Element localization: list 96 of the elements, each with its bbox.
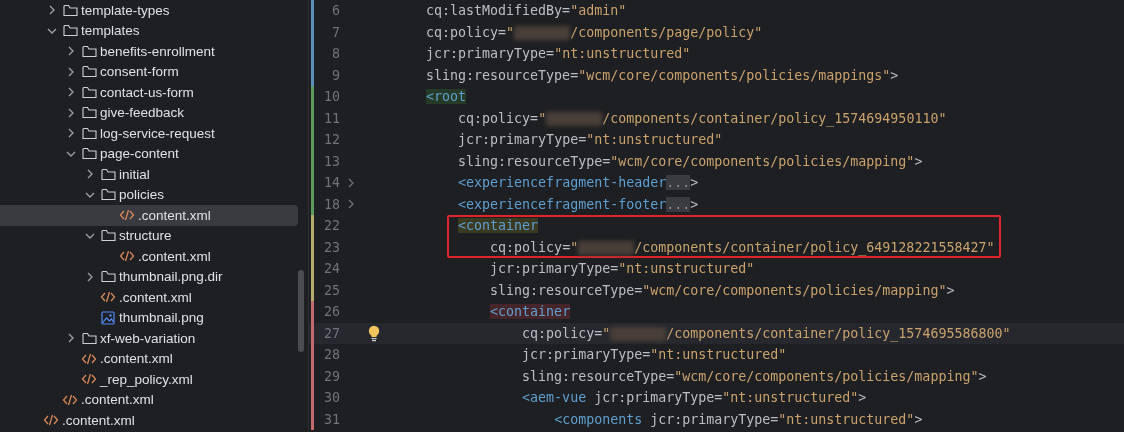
chevron-right-icon[interactable] bbox=[68, 128, 74, 139]
folder-icon bbox=[100, 270, 116, 284]
code-line: cq:policy=" /components/container/policy_649128221558427" bbox=[489, 239, 995, 255]
code-line: <aem-vue jcr:primaryType="nt:unstructured"> bbox=[521, 390, 867, 406]
code-file-icon bbox=[119, 250, 135, 263]
code-line: cq:lastModifiedBy="admin" bbox=[425, 3, 627, 19]
tree-item[interactable]: thumbnail.png.dir bbox=[0, 266, 298, 287]
code-line: sling:resourceType="wcm/core/components/policies/mapping"> bbox=[457, 153, 923, 169]
tree-item[interactable]: xf-web-variation bbox=[0, 328, 298, 349]
line-number: 27 bbox=[323, 325, 340, 341]
folder-icon bbox=[100, 167, 116, 181]
folder-icon bbox=[81, 331, 97, 345]
chevron-down-icon[interactable] bbox=[85, 191, 95, 198]
tree-item[interactable]: .content.xml bbox=[0, 389, 298, 410]
line-number: 10 bbox=[323, 89, 340, 105]
folder-icon bbox=[81, 147, 97, 161]
tree-item[interactable]: benefits-enrollment bbox=[0, 41, 298, 62]
line-number: 25 bbox=[323, 282, 340, 298]
folder-icon bbox=[62, 3, 78, 17]
chevron-right-icon[interactable] bbox=[348, 199, 354, 210]
code-file-icon bbox=[43, 414, 59, 427]
code-line: sling:resourceType="wcm/core/components/policies/mappings"> bbox=[425, 67, 899, 83]
chevron-right-icon[interactable] bbox=[348, 177, 354, 188]
code-line: cq:policy=" /components/page/policy" bbox=[425, 24, 763, 40]
line-number: 18 bbox=[323, 196, 340, 212]
tree-item[interactable]: _rep_policy.xml bbox=[0, 369, 298, 390]
code-line: <components jcr:primaryType="nt:unstructured"> bbox=[553, 411, 923, 427]
code-line: jcr:primaryType="nt:unstructured" bbox=[489, 261, 755, 277]
line-number: 29 bbox=[323, 368, 340, 384]
line-number: 9 bbox=[331, 67, 340, 83]
tree-item[interactable]: .content.xml bbox=[0, 246, 298, 267]
chevron-right-icon[interactable] bbox=[87, 271, 93, 282]
code-line: jcr:primaryType="nt:unstructured" bbox=[521, 347, 787, 363]
image-file-icon bbox=[101, 310, 115, 325]
line-number: 8 bbox=[331, 46, 340, 62]
code-line: sling:resourceType="wcm/core/components/policies/mapping"> bbox=[521, 368, 987, 384]
tree-item[interactable]: initial bbox=[0, 164, 298, 185]
line-number: 14 bbox=[323, 175, 340, 191]
tree-item[interactable]: template-types bbox=[0, 0, 298, 21]
scrollbar-thumb[interactable] bbox=[298, 270, 304, 352]
chevron-right-icon[interactable] bbox=[68, 333, 74, 344]
tree-item[interactable]: give-feedback bbox=[0, 102, 298, 123]
folder-icon bbox=[81, 44, 97, 58]
line-number: 11 bbox=[323, 110, 340, 126]
line-number: 23 bbox=[323, 239, 340, 255]
line-number: 7 bbox=[331, 24, 340, 40]
chevron-down-icon[interactable] bbox=[85, 232, 95, 239]
tree-item[interactable]: structure bbox=[0, 225, 298, 246]
line-number: 13 bbox=[323, 153, 340, 169]
tree-item[interactable]: thumbnail.png bbox=[0, 307, 298, 328]
code-line: <experiencefragment-header...> bbox=[457, 175, 699, 191]
code-line: jcr:primaryType="nt:unstructured" bbox=[457, 132, 723, 148]
line-number: 24 bbox=[323, 261, 340, 277]
tree-item[interactable]: policies bbox=[0, 184, 298, 205]
folder-icon bbox=[81, 106, 97, 120]
tree-item[interactable]: .content.xml bbox=[0, 205, 298, 226]
tree-item[interactable]: templates bbox=[0, 20, 298, 41]
code-file-icon bbox=[119, 209, 135, 222]
code-file-icon bbox=[81, 352, 97, 365]
line-number: 31 bbox=[323, 411, 340, 427]
folder-icon bbox=[62, 24, 78, 38]
code-line: cq:policy=" /components/container/policy_1574694950110" bbox=[457, 110, 947, 126]
chevron-right-icon[interactable] bbox=[68, 107, 74, 118]
folder-icon bbox=[100, 188, 116, 202]
code-file-icon bbox=[81, 373, 97, 386]
chevron-right-icon[interactable] bbox=[68, 66, 74, 77]
chevron-right-icon[interactable] bbox=[49, 5, 55, 16]
tree-item[interactable]: contact-us-form bbox=[0, 82, 298, 103]
code-line: sling:resourceType="wcm/core/components/policies/mapping"> bbox=[489, 282, 955, 298]
folder-icon bbox=[100, 229, 116, 243]
tree-item[interactable]: .content.xml bbox=[0, 287, 298, 308]
code-line: <experiencefragment-footer...> bbox=[457, 196, 699, 212]
line-number: 22 bbox=[323, 218, 340, 234]
line-number: 6 bbox=[331, 3, 340, 19]
line-number: 28 bbox=[323, 347, 340, 363]
tree-item[interactable]: .content.xml bbox=[0, 348, 298, 369]
lightbulb-icon[interactable] bbox=[368, 324, 380, 342]
code-line: jcr:primaryType="nt:unstructured" bbox=[425, 46, 691, 62]
folder-icon bbox=[81, 85, 97, 99]
tree-item[interactable]: consent-form bbox=[0, 61, 298, 82]
line-number: 30 bbox=[323, 390, 340, 406]
line-number: 12 bbox=[323, 132, 340, 148]
chevron-right-icon[interactable] bbox=[68, 87, 74, 98]
code-line: cq:policy=" /components/container/policy_1574695586800" bbox=[521, 325, 1011, 341]
chevron-right-icon[interactable] bbox=[87, 169, 93, 180]
tree-item[interactable]: .content.xml bbox=[0, 410, 298, 431]
folder-icon bbox=[81, 65, 97, 79]
code-file-icon bbox=[100, 291, 116, 304]
chevron-right-icon[interactable] bbox=[68, 46, 74, 57]
tree-item[interactable]: page-content bbox=[0, 143, 298, 164]
line-number: 26 bbox=[323, 304, 340, 320]
chevron-down-icon[interactable] bbox=[66, 150, 76, 157]
code-file-icon bbox=[62, 393, 78, 406]
folder-icon bbox=[81, 126, 97, 140]
chevron-down-icon[interactable] bbox=[47, 27, 57, 34]
tree-item[interactable]: log-service-request bbox=[0, 123, 298, 144]
